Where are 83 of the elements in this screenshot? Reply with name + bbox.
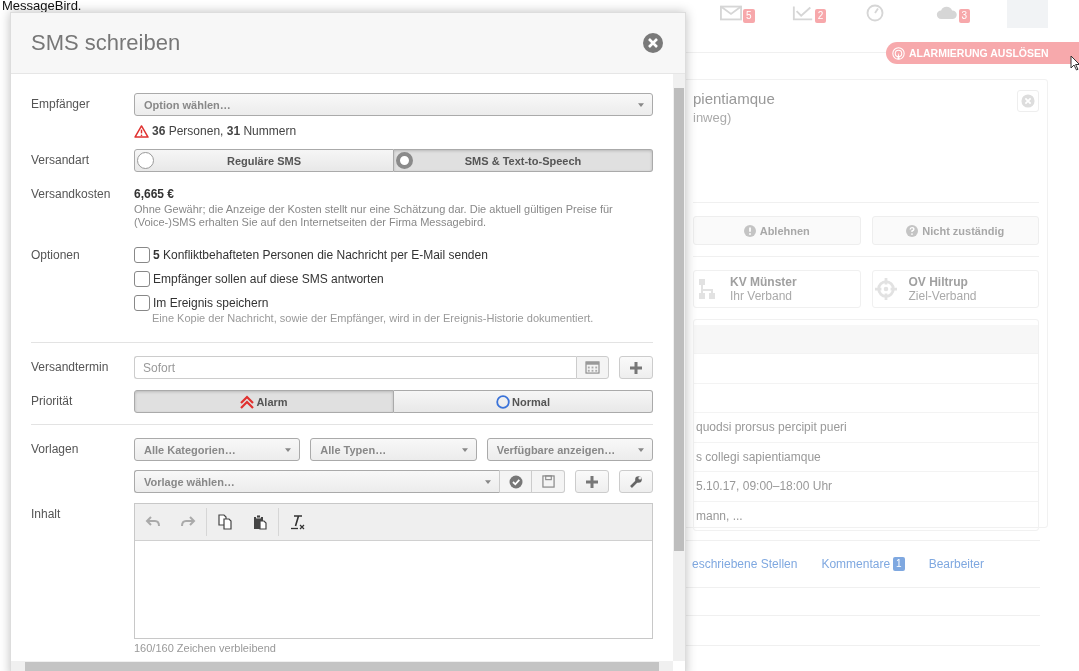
organization-role: Ihr Verband (730, 289, 794, 303)
plus-icon (629, 360, 643, 375)
horizontal-scrollbar[interactable] (11, 661, 673, 671)
check-circle-icon (508, 474, 523, 489)
option-hint: Eine Kopie der Nachricht, sowie der Empfänger, wird in der Ereignis-Historie dokumentiert. (152, 312, 595, 325)
field-label: Priorität (31, 393, 74, 410)
alarm-button[interactable]: ALARMIERUNG AUSLÖSEN (886, 42, 1079, 64)
count-badge: 5 (743, 9, 755, 23)
detail-text: quodsi prorsus percipit pueri (696, 420, 847, 435)
caret-icon (461, 447, 468, 452)
vertical-scrollbar[interactable] (673, 74, 685, 661)
save-button[interactable] (532, 470, 565, 493)
template-select[interactable]: Vorlage wählen… (134, 470, 499, 493)
recipient-select[interactable]: Option wählen… (134, 93, 653, 116)
warning-icon (134, 124, 149, 138)
apply-button[interactable] (499, 470, 532, 493)
paste-icon[interactable] (252, 514, 268, 530)
organization-name: OV Hiltrup (908, 275, 969, 289)
wrench-button[interactable] (619, 470, 653, 493)
filter-select[interactable]: Alle Kategorien… (134, 438, 301, 461)
tab[interactable]: Bearbeiter (928, 557, 985, 571)
option-label: Im Ereignis speichern (153, 296, 269, 310)
caret-icon (638, 447, 644, 452)
checkbox[interactable] (134, 271, 150, 287)
exclamation-icon (743, 224, 756, 237)
organization-role: Ziel-Verband (908, 289, 977, 303)
field-label: Versandtermin (31, 359, 110, 376)
option-label: Empfänger sollen auf diese SMS antworten (153, 272, 384, 286)
filter-select[interactable]: Verfügbare anzeigen… (486, 438, 653, 461)
schedule-input-field[interactable]: Sofort (134, 356, 576, 379)
field-label: Optionen (31, 247, 81, 264)
character-counter: 160/160 Zeichen verbleibend (134, 642, 277, 654)
page-heading: MessageBird. (2, 0, 82, 13)
priority-option[interactable]: Normal (394, 390, 653, 413)
tab[interactable]: eschriebene Stellen (692, 557, 798, 571)
checkbox[interactable] (134, 295, 150, 311)
circle-icon (496, 394, 511, 409)
event-subtitle: inweg) (693, 110, 733, 125)
recipient-summary: 36 Personen, 31 Nummern (152, 123, 297, 139)
crosshair-icon (874, 277, 897, 301)
wrench-icon (629, 474, 643, 489)
add-button[interactable] (575, 470, 609, 493)
antenna-icon (892, 46, 905, 60)
organization-name: KV Münster (730, 275, 797, 289)
close-button[interactable] (643, 33, 663, 53)
plus-icon (585, 474, 599, 489)
option-label: 5 Konfliktbehafteten Personen die Nachricht per E-Mail senden (153, 248, 488, 262)
field-label: Empfänger (31, 96, 91, 113)
double-chevron-up-icon (240, 394, 255, 409)
cloud-icon[interactable] (935, 4, 958, 22)
field-label: Inhalt (31, 506, 62, 523)
priority-option[interactable]: Alarm (134, 390, 394, 413)
checkmark-icon[interactable] (791, 4, 814, 22)
cost-note: Ohne Gewähr; die Anzeige der Kosten stellt nur eine Schätzung dar. Die aktuell gültigen Preise für (Voice-)SMS erhalten Sie auf den Internetseiten der Firma Messagebird. (134, 203, 614, 229)
field-label: Versandkosten (31, 186, 112, 203)
detail-text: s collegi sapientiamque (696, 449, 821, 464)
count-badge: 2 (814, 9, 827, 23)
action-button[interactable]: Nicht zuständig (871, 216, 1039, 245)
detail-text: mann, ... (696, 508, 743, 523)
detail-text: 5.10.17, 09:00–18:00 Uhr (696, 479, 833, 494)
caret-icon (285, 447, 292, 452)
event-title: pientiamque (693, 90, 775, 107)
caret-icon (638, 102, 644, 107)
calendar-icon (585, 361, 600, 374)
hierarchy-icon (696, 277, 718, 301)
add-button[interactable] (619, 356, 653, 379)
field-label: Vorlagen (31, 441, 80, 458)
calendar-button[interactable] (576, 356, 609, 379)
send-type-option[interactable]: SMS & Text-to-Speech (394, 149, 653, 172)
dialog-title: SMS schreiben (31, 30, 181, 56)
action-button[interactable]: Ablehnen (693, 216, 861, 245)
clear-formatting-icon[interactable] (289, 514, 305, 530)
caret-icon (485, 479, 491, 484)
checkbox[interactable] (134, 247, 150, 263)
field-label: Versandart (31, 152, 91, 169)
question-icon (906, 224, 919, 237)
copy-icon[interactable] (217, 514, 233, 530)
envelope-icon[interactable] (720, 4, 742, 22)
filter-select[interactable]: Alle Typen… (310, 438, 477, 461)
tab[interactable]: Kommentare 1 (821, 557, 905, 571)
send-type-option[interactable]: Reguläre SMS (134, 149, 394, 172)
cost-amount: 6,665 € (134, 186, 176, 202)
count-badge: 3 (958, 9, 971, 23)
